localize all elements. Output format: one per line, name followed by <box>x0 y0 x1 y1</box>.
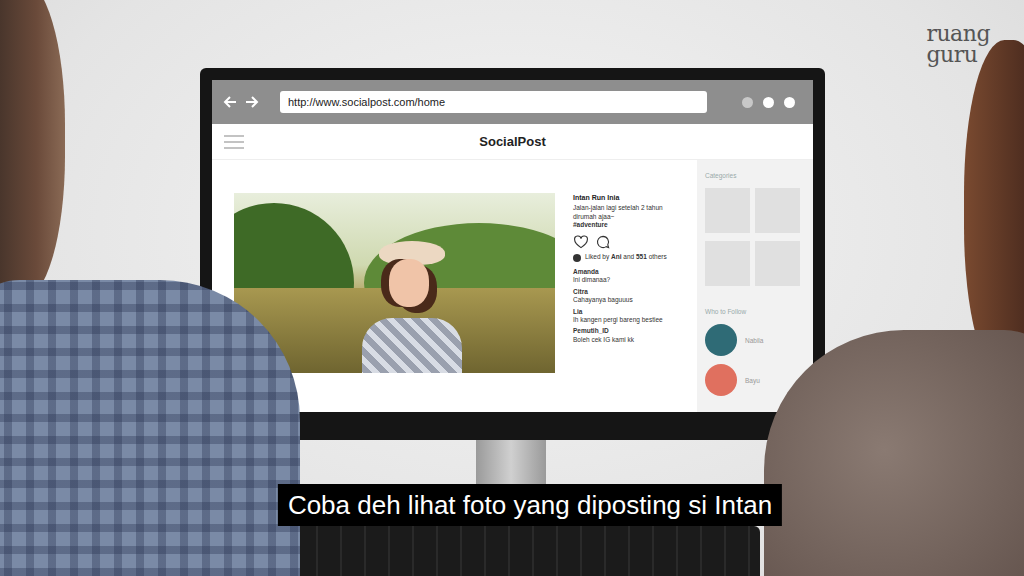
sidebar: Categories Who to Follow Nabila Bayu <box>697 160 813 412</box>
url-field[interactable]: http://www.socialpost.com/home <box>280 91 707 113</box>
subtitle: Coba deh lihat foto yang diposting si In… <box>278 484 782 526</box>
follow-avatar <box>705 364 737 396</box>
post-hashtag[interactable]: #adventure <box>573 221 685 229</box>
category-grid <box>705 188 805 286</box>
comment: AmandaIni dimanaa? <box>573 268 685 285</box>
page-body: Intan Run Inia Jalan-jalan lagi setelah 2… <box>212 160 813 412</box>
post-actions <box>573 234 685 250</box>
window-dots <box>742 97 803 108</box>
window-dot[interactable] <box>742 97 753 108</box>
browser-bar: http://www.socialpost.com/home <box>212 80 813 124</box>
window-dot[interactable] <box>763 97 774 108</box>
follow-name: Nabila <box>745 337 763 344</box>
logo: ruangguru <box>926 24 990 66</box>
site-header: SocialPost <box>212 124 813 160</box>
liker-avatar <box>573 254 581 262</box>
comment-user[interactable]: Citra <box>573 288 685 296</box>
viewer-right-hair <box>964 40 1024 380</box>
category-tile[interactable] <box>705 188 750 233</box>
comment-text: Ih kangen pergi bareng bestiee <box>573 316 685 324</box>
post-caption: Jalan-jalan lagi setelah 2 tahun dirumah… <box>573 204 685 221</box>
post-info: Intan Run Inia Jalan-jalan lagi setelah 2… <box>573 193 685 412</box>
screen: http://www.socialpost.com/home SocialPost… <box>212 80 813 412</box>
comment: Pemutih_IDBoleh cek IG kami kk <box>573 327 685 344</box>
follow-title: Who to Follow <box>705 308 805 315</box>
comment: LiaIh kangen pergi bareng bestiee <box>573 308 685 325</box>
follow-name: Bayu <box>745 377 760 384</box>
follow-item[interactable]: Nabila <box>705 324 805 356</box>
comment-text: Boleh cek IG kami kk <box>573 336 685 344</box>
comment-icon[interactable] <box>595 234 611 250</box>
viewer-left-head <box>0 0 65 300</box>
logo-line: ruang <box>926 24 990 45</box>
back-arrow-icon[interactable] <box>222 94 238 110</box>
comment: CitraCahayanya baguuus <box>573 288 685 305</box>
site-title[interactable]: SocialPost <box>479 134 545 149</box>
likes-text[interactable]: Liked by Ani and 551 others <box>585 253 667 261</box>
post-photo[interactable] <box>234 193 555 373</box>
follow-avatar <box>705 324 737 356</box>
logo-line: guru <box>926 45 990 66</box>
comment-user[interactable]: Lia <box>573 308 685 316</box>
category-tile[interactable] <box>755 188 800 233</box>
category-tile[interactable] <box>755 241 800 286</box>
comment-text: Ini dimanaa? <box>573 276 685 284</box>
category-tile[interactable] <box>705 241 750 286</box>
likes-line: Liked by Ani and 551 others <box>573 253 685 261</box>
forward-arrow-icon[interactable] <box>244 94 260 110</box>
post-author[interactable]: Intan Run Inia <box>573 193 685 202</box>
hamburger-icon[interactable] <box>224 135 244 149</box>
viewer-left-body <box>0 280 300 576</box>
heart-icon[interactable] <box>573 234 589 250</box>
comment-user[interactable]: Pemutih_ID <box>573 327 685 335</box>
video-frame: ruangguru http://www.socialpost.com/home S… <box>0 0 1024 576</box>
comment-text: Cahayanya baguuus <box>573 296 685 304</box>
window-dot[interactable] <box>784 97 795 108</box>
categories-title: Categories <box>705 172 805 179</box>
comment-user[interactable]: Amanda <box>573 268 685 276</box>
keyboard <box>270 526 760 576</box>
